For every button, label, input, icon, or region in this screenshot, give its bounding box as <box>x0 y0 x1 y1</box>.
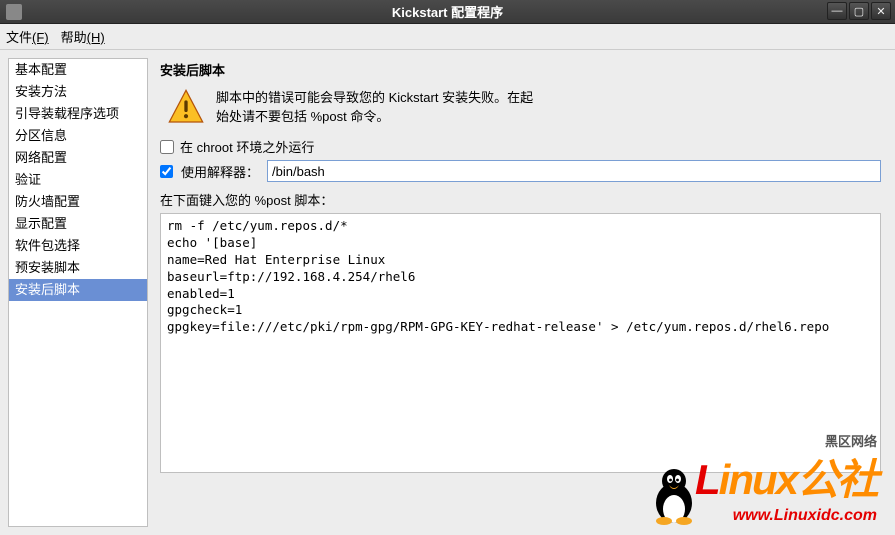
warning-line2: 始处请不要包括 %post 命令。 <box>216 107 533 127</box>
chroot-row: 在 chroot 环境之外运行 <box>160 137 881 156</box>
warning-text: 脚本中的错误可能会导致您的 Kickstart 安装失败。在起 始处请不要包括 … <box>216 88 533 127</box>
window-title: Kickstart 配置程序 <box>392 2 503 21</box>
sidebar-item-bootloader[interactable]: 引导装载程序选项 <box>9 103 147 125</box>
page-heading: 安装后脚本 <box>160 60 881 79</box>
sidebar-item-network[interactable]: 网络配置 <box>9 147 147 169</box>
menubar: 文件(F) 帮助(H) <box>0 24 895 50</box>
interpreter-row: 使用解释器： <box>160 160 881 182</box>
sidebar-item-display[interactable]: 显示配置 <box>9 213 147 235</box>
post-script-textarea[interactable] <box>160 213 881 473</box>
close-button[interactable]: ✕ <box>871 2 891 20</box>
maximize-button[interactable]: ▢ <box>849 2 869 20</box>
app-icon <box>6 4 22 20</box>
sidebar: 基本配置 安装方法 引导装载程序选项 分区信息 网络配置 验证 防火墙配置 显示… <box>8 58 148 527</box>
sidebar-item-post-script[interactable]: 安装后脚本 <box>9 279 147 301</box>
menu-file[interactable]: 文件(F) <box>6 27 49 46</box>
menu-help-accelerator: (H) <box>87 30 105 45</box>
sidebar-item-auth[interactable]: 验证 <box>9 169 147 191</box>
interpreter-checkbox[interactable] <box>160 165 173 178</box>
warning-line1: 脚本中的错误可能会导致您的 Kickstart 安装失败。在起 <box>216 88 533 108</box>
menu-help-label: 帮助 <box>61 30 87 45</box>
menu-help[interactable]: 帮助(H) <box>61 27 105 46</box>
sidebar-item-partition[interactable]: 分区信息 <box>9 125 147 147</box>
warning-row: 脚本中的错误可能会导致您的 Kickstart 安装失败。在起 始处请不要包括 … <box>160 87 881 127</box>
chroot-label[interactable]: 在 chroot 环境之外运行 <box>180 137 314 156</box>
interpreter-input[interactable] <box>267 160 881 182</box>
sidebar-item-pre-script[interactable]: 预安装脚本 <box>9 257 147 279</box>
sidebar-item-firewall[interactable]: 防火墙配置 <box>9 191 147 213</box>
chroot-checkbox[interactable] <box>160 140 174 154</box>
sidebar-item-install-method[interactable]: 安装方法 <box>9 81 147 103</box>
sidebar-item-packages[interactable]: 软件包选择 <box>9 235 147 257</box>
minimize-button[interactable]: — <box>827 2 847 20</box>
main-content: 安装后脚本 脚本中的错误可能会导致您的 Kickstart 安装失败。在起 始处… <box>154 50 895 535</box>
window-controls: — ▢ ✕ <box>827 2 891 20</box>
menu-file-label: 文件 <box>6 30 32 45</box>
menu-file-accelerator: (F) <box>32 30 49 45</box>
sidebar-item-basic[interactable]: 基本配置 <box>9 59 147 81</box>
script-label: 在下面键入您的 %post 脚本： <box>160 190 881 209</box>
body: 基本配置 安装方法 引导装载程序选项 分区信息 网络配置 验证 防火墙配置 显示… <box>0 50 895 535</box>
warning-icon <box>166 87 206 127</box>
interpreter-label[interactable]: 使用解释器： <box>181 162 259 181</box>
titlebar: Kickstart 配置程序 — ▢ ✕ <box>0 0 895 24</box>
